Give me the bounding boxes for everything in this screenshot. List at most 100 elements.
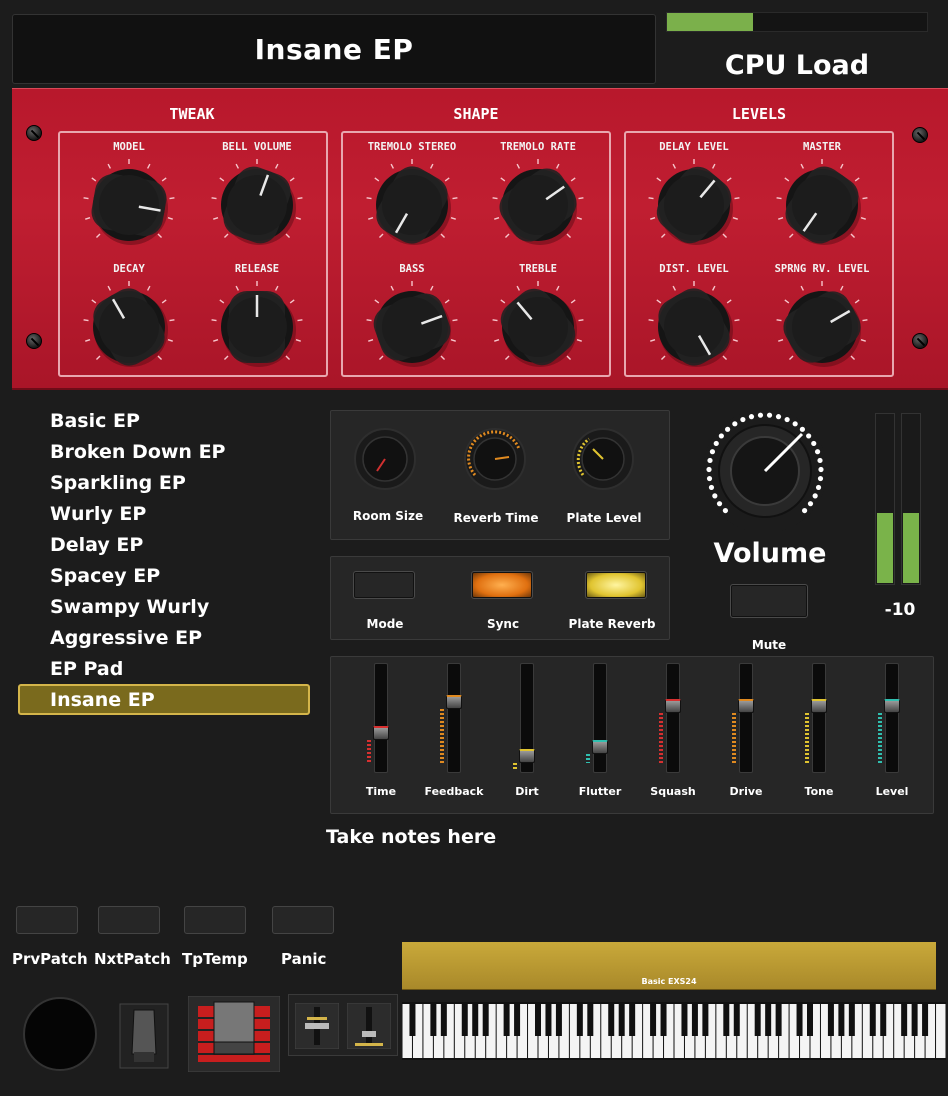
master-knob[interactable] <box>774 157 870 253</box>
fader-handle[interactable] <box>738 699 754 713</box>
knob-label-master: MASTER <box>803 141 841 153</box>
knob-label-release: RELEASE <box>234 263 280 275</box>
preset-item[interactable]: Basic EP <box>50 410 140 432</box>
level-meter-right <box>901 413 921 585</box>
fader-squash[interactable] <box>666 663 680 773</box>
room-size-label: Room Size <box>352 509 424 523</box>
tremolo-stereo-knob[interactable] <box>364 157 460 253</box>
fader-handle[interactable] <box>592 739 608 754</box>
piano-keyboard[interactable] <box>402 1002 946 1060</box>
tap-tempo-button[interactable] <box>184 906 246 934</box>
fader-led-ladder <box>732 713 736 763</box>
prev-patch-label: PrvPatch <box>12 950 88 968</box>
decay-knob[interactable] <box>81 279 177 375</box>
fader-label: Feedback <box>424 785 484 798</box>
fader-level[interactable] <box>885 663 899 773</box>
cpu-load-meter <box>666 12 928 32</box>
prev-patch-button[interactable] <box>16 906 78 934</box>
dist-level-knob[interactable] <box>646 279 742 375</box>
notes-text[interactable]: Take notes here <box>326 826 496 848</box>
volume-label: Volume <box>713 538 827 569</box>
expression-pedal-icon[interactable] <box>188 996 280 1072</box>
preset-item[interactable]: Broken Down EP <box>50 441 225 463</box>
reverb-time-knob[interactable] <box>463 427 527 491</box>
fader-drive[interactable] <box>739 663 753 773</box>
section-title-tweak: TWEAK <box>169 105 215 123</box>
knob-label-bell-volume: BELL VOLUME <box>222 141 292 153</box>
fader-tone[interactable] <box>812 663 826 773</box>
preset-item[interactable]: Wurly EP <box>50 503 146 525</box>
level-meter-left <box>875 413 895 585</box>
screw-icon <box>912 333 928 349</box>
fader-label: Dirt <box>515 785 539 798</box>
preset-item[interactable]: EP Pad <box>50 658 123 680</box>
fader-led-ladder <box>513 762 517 769</box>
tremolo-rate-knob[interactable] <box>490 157 586 253</box>
preset-item[interactable]: Insane EP <box>50 689 155 711</box>
section-title-levels: LEVELS <box>731 105 787 123</box>
preset-item[interactable]: Spacey EP <box>50 565 160 587</box>
mod-fader-icon[interactable] <box>347 1003 391 1049</box>
treble-knob[interactable] <box>490 279 586 375</box>
fader-led-ladder <box>659 713 663 763</box>
knob-label-sprng-rv-level: SPRNG RV. LEVEL <box>774 263 870 275</box>
sync-label: Sync <box>486 617 520 631</box>
preset-item[interactable]: Aggressive EP <box>50 627 202 649</box>
fader-label: Flutter <box>578 785 622 798</box>
plate-level-knob[interactable] <box>571 427 635 491</box>
next-patch-button[interactable] <box>98 906 160 934</box>
fader-led-ladder <box>440 708 444 763</box>
meter-value: -10 <box>884 600 916 620</box>
electric-piano-panel: TWEAK SHAPE LEVELS MODEL BELL VOLUME DECAY… <box>12 88 948 390</box>
plate-reverb-button[interactable] <box>585 571 647 599</box>
room-size-knob[interactable] <box>353 427 417 491</box>
cpu-load-label: CPU Load <box>724 50 870 81</box>
fader-handle[interactable] <box>884 699 900 713</box>
keyboard-zone-bar[interactable]: Basic EXS24 <box>402 942 936 990</box>
fader-label: Squash <box>650 785 696 798</box>
plate-level-label: Plate Level <box>566 511 642 525</box>
reverb-panel: Room Size Reverb Time Plate Level <box>330 410 670 540</box>
preset-item[interactable]: Delay EP <box>50 534 143 556</box>
fader-handle[interactable] <box>446 694 462 709</box>
delay-level-knob[interactable] <box>646 157 742 253</box>
pitch-mod-panel <box>288 994 398 1056</box>
fader-handle[interactable] <box>811 699 827 713</box>
tap-tempo-label: TpTemp <box>182 950 248 968</box>
sustain-pedal-icon[interactable] <box>118 1002 170 1070</box>
mute-label: Mute <box>751 638 787 652</box>
preset-item[interactable]: Sparkling EP <box>50 472 186 494</box>
fader-led-ladder <box>878 713 882 763</box>
mute-button[interactable] <box>730 584 808 618</box>
bass-knob[interactable] <box>364 279 460 375</box>
fader-flutter[interactable] <box>593 663 607 773</box>
fader-feedback[interactable] <box>447 663 461 773</box>
screw-icon <box>26 125 42 141</box>
preset-item[interactable]: Swampy Wurly <box>50 596 209 618</box>
screw-icon <box>26 333 42 349</box>
model-knob[interactable] <box>81 157 177 253</box>
volume-knob[interactable] <box>700 406 830 536</box>
fader-led-ladder <box>367 740 371 763</box>
fader-handle[interactable] <box>519 748 535 763</box>
delay-faders-panel: Time Feedback Dirt Flutter Squash Drive Tone Le… <box>330 656 934 814</box>
keyboard-zone-label: Basic EXS24 <box>641 977 697 986</box>
panic-button[interactable] <box>272 906 334 934</box>
section-title-shape: SHAPE <box>453 105 499 123</box>
fader-led-ladder <box>805 713 809 763</box>
reverb-buttons-panel: Mode Sync Plate Reverb <box>330 556 670 640</box>
fader-handle[interactable] <box>373 726 389 740</box>
pitch-bend-icon[interactable] <box>295 1003 339 1049</box>
sprng-rv-level-knob[interactable] <box>774 279 870 375</box>
release-knob[interactable] <box>209 279 305 375</box>
sync-button[interactable] <box>471 571 533 599</box>
modulation-wheel-icon[interactable] <box>22 996 98 1072</box>
bell-volume-knob[interactable] <box>209 157 305 253</box>
screw-icon <box>912 127 928 143</box>
fader-handle[interactable] <box>665 699 681 713</box>
patch-name-display: Insane EP <box>12 14 656 84</box>
mode-button[interactable] <box>353 571 415 599</box>
panic-label: Panic <box>281 950 327 968</box>
fader-label: Level <box>875 785 909 798</box>
fader-time[interactable] <box>374 663 388 773</box>
